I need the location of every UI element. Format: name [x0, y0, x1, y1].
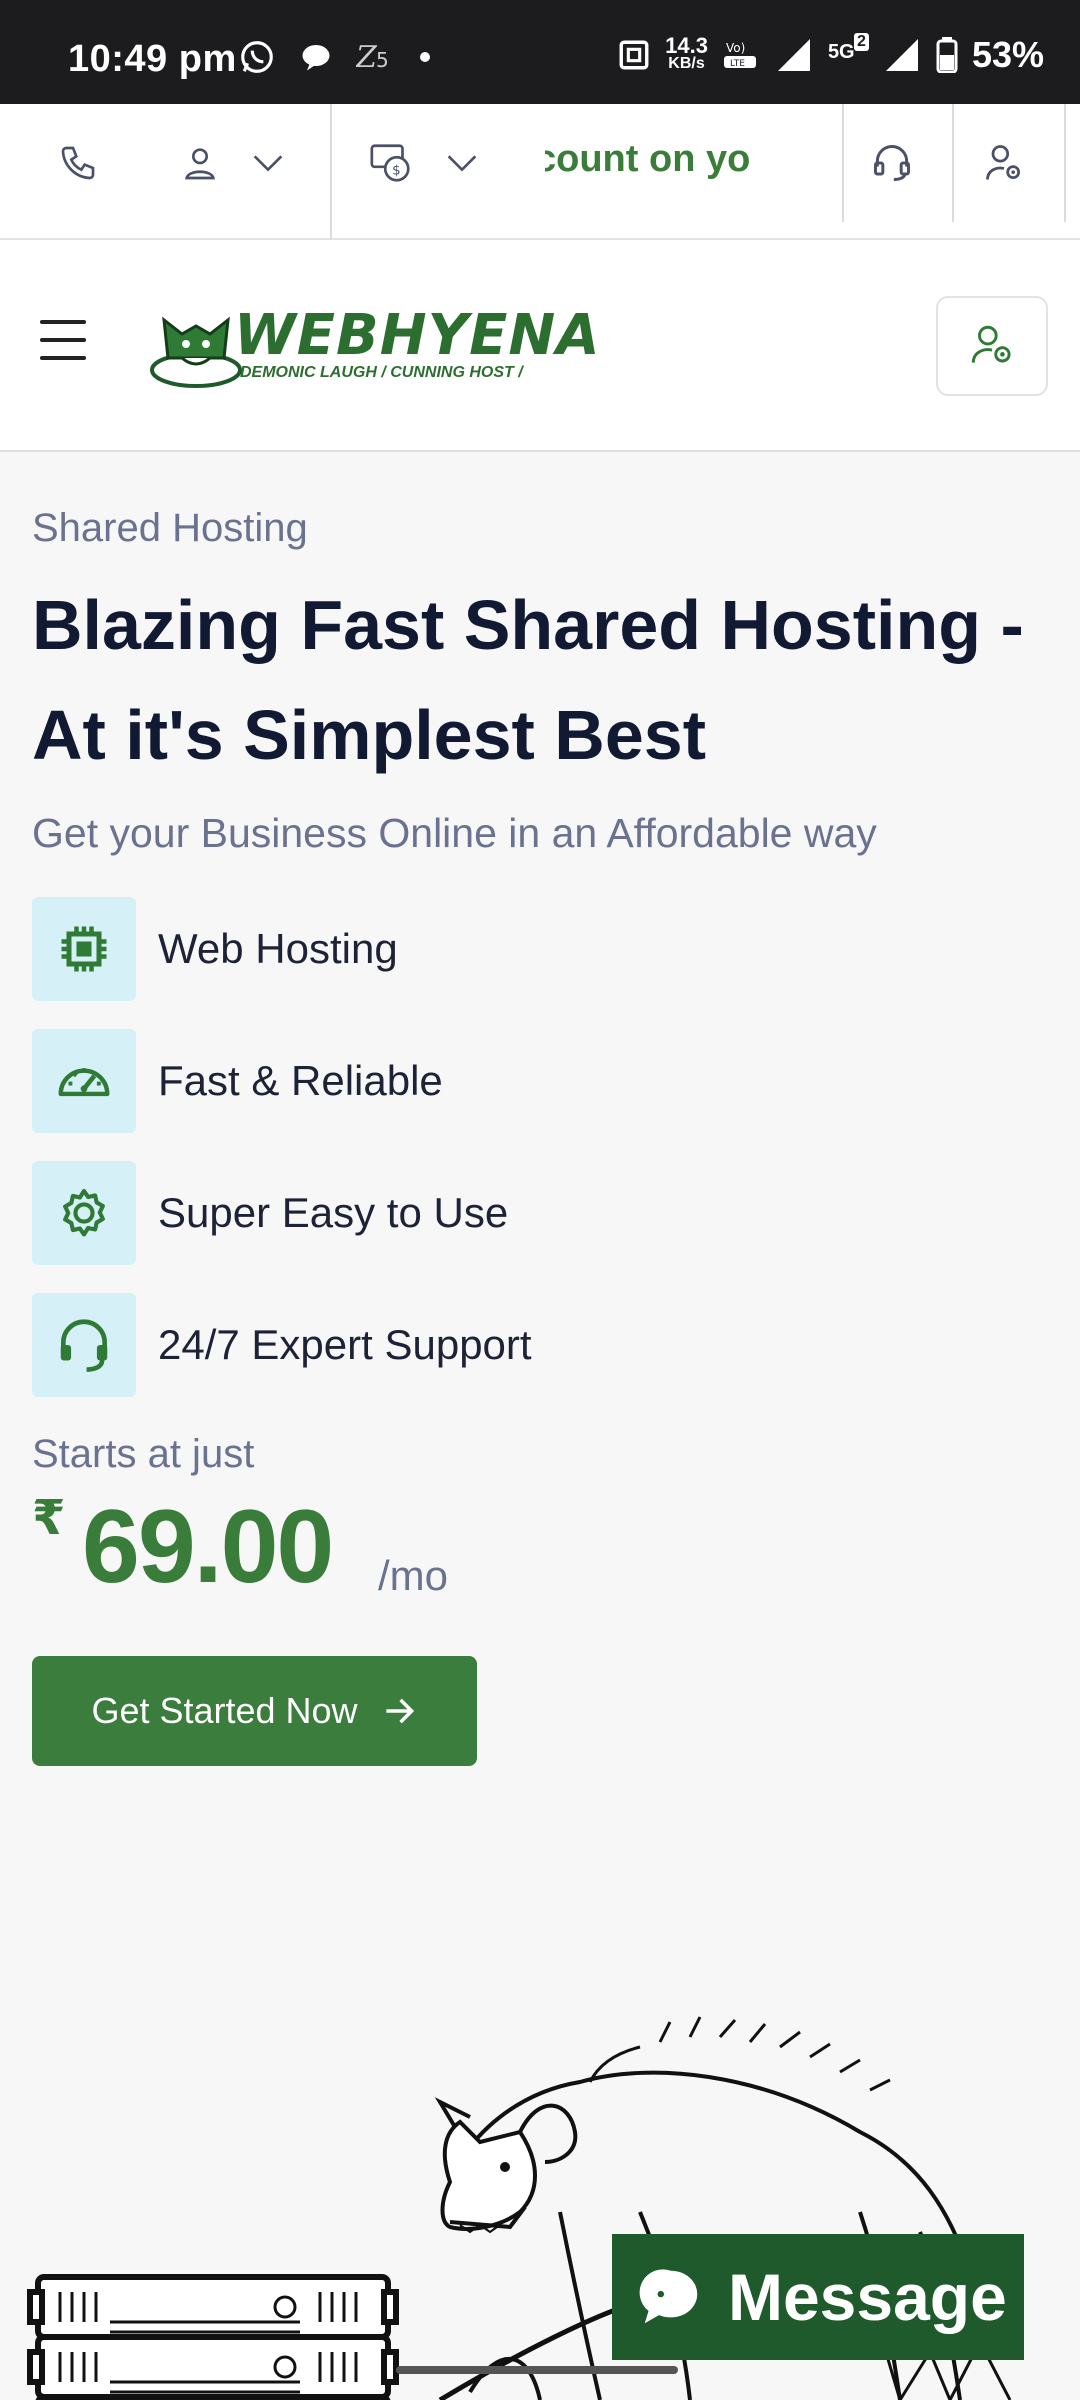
signal-icon-2	[885, 39, 918, 71]
user-icon	[185, 148, 215, 180]
feature-label: 24/7 Expert Support	[158, 1321, 532, 1368]
svg-text:Z: Z	[356, 40, 378, 75]
feature-item: 24/7 Expert Support	[32, 1292, 732, 1398]
hero-subline: Get your Business Online in an Affordabl…	[32, 810, 877, 856]
account-button[interactable]	[936, 296, 1048, 396]
hyena-logo-icon	[150, 316, 242, 388]
sim-number: 2	[853, 33, 869, 51]
status-bar: 10:49 pm Z5 14.3 KB/s Vo) LTE 5G 2 53%	[0, 0, 1080, 104]
currency-symbol: ₹	[32, 1492, 66, 1545]
support-button[interactable]	[870, 104, 914, 222]
chevron-down-icon	[253, 155, 283, 172]
divider	[330, 104, 332, 240]
network-speed-value: 14.3	[665, 33, 708, 58]
announcement-text: count on yo	[545, 138, 751, 180]
price-period: /mo	[378, 1552, 449, 1599]
svg-text:$: $	[392, 164, 401, 179]
chat-bubble-icon	[302, 45, 330, 71]
announcement-ticker: count on yo	[545, 128, 755, 198]
feature-icon-box	[32, 1161, 136, 1265]
menu-bar	[40, 338, 86, 342]
network-type: 5G 2	[827, 33, 869, 73]
get-started-button[interactable]: Get Started Now	[32, 1656, 477, 1766]
whatsapp-icon	[241, 41, 273, 73]
currency-icon: $	[370, 144, 410, 182]
feature-label: Web Hosting	[158, 925, 398, 972]
network-type-label: 5G	[827, 41, 855, 63]
nfc-icon	[619, 40, 649, 70]
chevron-down-icon	[447, 155, 477, 172]
gear-icon	[63, 1188, 105, 1237]
battery-icon	[936, 37, 958, 73]
menu-button[interactable]	[40, 320, 86, 360]
battery-percent: 53%	[971, 34, 1044, 75]
feature-icon-box	[32, 897, 136, 1001]
currency-dropdown[interactable]: $	[368, 104, 482, 222]
network-speed-unit: KB/s	[668, 55, 705, 72]
gesture-nav-bar[interactable]	[396, 2366, 678, 2374]
signal-icon	[777, 39, 810, 71]
top-utility-bar: $ count on yo	[0, 104, 1080, 240]
feature-label: Super Easy to Use	[158, 1189, 509, 1236]
phone-icon	[61, 146, 95, 180]
feature-icon-box	[32, 1293, 136, 1397]
account-dropdown[interactable]	[180, 104, 288, 222]
feature-item: Web Hosting	[32, 896, 732, 1002]
get-started-label: Get Started Now	[91, 1690, 358, 1731]
svg-text:LTE: LTE	[730, 59, 745, 69]
divider	[952, 104, 954, 222]
chat-bubble-icon	[639, 2269, 698, 2324]
hero-section: Shared Hosting Blazing Fast Shared Hosti…	[0, 452, 1080, 2400]
feature-label: Fast & Reliable	[158, 1057, 443, 1104]
user-settings-icon	[971, 325, 1011, 363]
logo-name: WEBHYENA	[234, 303, 601, 368]
arrow-right-icon	[385, 1698, 414, 1724]
site-logo[interactable]: WEBHYENA DEMONIC LAUGH / CUNNING HOST /	[146, 298, 600, 398]
hero-headline: Blazing Fast Shared Hosting - At it's Si…	[32, 586, 1024, 774]
clock: 10:49 pm	[68, 38, 237, 80]
phone-button[interactable]	[58, 104, 98, 222]
divider	[1064, 104, 1066, 222]
volte-icon: Vo) LTE	[723, 41, 756, 69]
headset-icon	[874, 145, 910, 181]
user-settings-icon	[986, 145, 1021, 180]
site-header: WEBHYENA DEMONIC LAUGH / CUNNING HOST /	[0, 240, 1080, 452]
speedometer-icon	[58, 1068, 110, 1097]
dot-icon	[420, 52, 430, 62]
chip-icon	[61, 926, 107, 972]
notification-icons: Z5	[238, 38, 432, 76]
section-eyebrow: Shared Hosting	[32, 506, 308, 550]
chat-message-label: Message	[728, 2260, 1007, 2334]
headset-icon	[60, 1319, 108, 1372]
feature-item: Super Easy to Use	[32, 1160, 732, 1266]
menu-bar	[40, 356, 86, 360]
price-amount: 69.00	[82, 1489, 334, 1605]
client-login-button[interactable]	[982, 104, 1026, 222]
feature-icon-box	[32, 1029, 136, 1133]
menu-bar	[40, 320, 86, 324]
z5-icon: Z5	[356, 40, 389, 75]
starts-at-label: Starts at just	[32, 1432, 255, 1476]
system-icons: 14.3 KB/s Vo) LTE 5G 2 53%	[617, 33, 1044, 76]
chat-message-button[interactable]: Message	[612, 2234, 1024, 2360]
network-speed: 14.3 KB/s	[665, 33, 708, 73]
logo-tagline: DEMONIC LAUGH / CUNNING HOST /	[240, 364, 523, 381]
svg-text:Vo): Vo)	[726, 41, 745, 55]
divider	[842, 104, 844, 222]
feature-item: Fast & Reliable	[32, 1028, 732, 1134]
svg-text:5: 5	[376, 48, 389, 72]
